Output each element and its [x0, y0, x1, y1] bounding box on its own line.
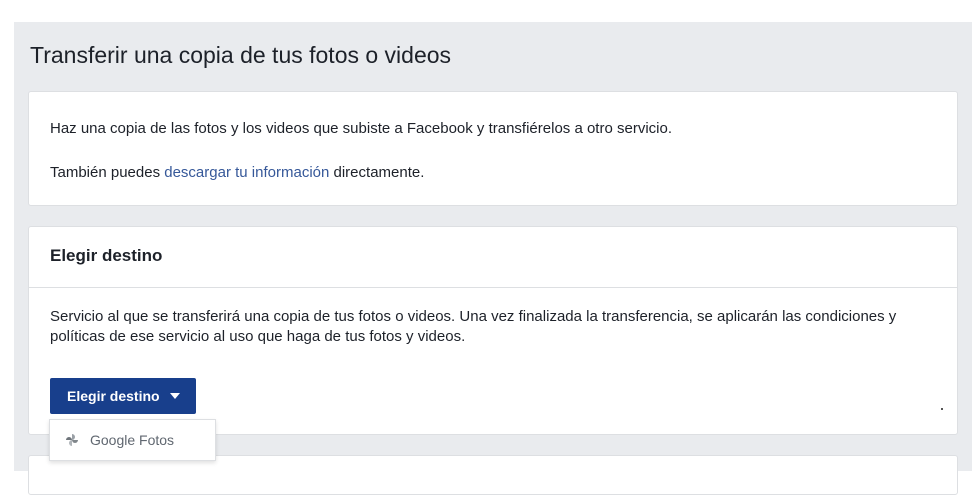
dropdown-item-google-photos[interactable]: Google Fotos	[50, 420, 215, 460]
download-info-prefix: También puedes	[50, 164, 165, 181]
download-info-text: También puedes descargar tu información …	[50, 164, 424, 181]
download-info-suffix: directamente.	[329, 164, 425, 181]
page-container: Transferir una copia de tus fotos o vide…	[14, 22, 972, 495]
choose-destination-button[interactable]: Elegir destino	[50, 378, 196, 414]
next-card	[28, 455, 958, 495]
intro-card: Haz una copia de las fotos y los videos …	[28, 91, 958, 206]
choose-destination-card: Elegir destino Servicio al que se transf…	[28, 226, 958, 435]
intro-text: Haz una copia de las fotos y los videos …	[50, 120, 672, 137]
caret-down-icon	[169, 393, 180, 399]
download-info-link[interactable]: descargar tu información	[164, 164, 329, 181]
choose-destination-description: Servicio al que se transferirá una copia…	[50, 308, 897, 345]
choose-destination-header: Elegir destino	[29, 227, 957, 288]
choose-destination-heading: Elegir destino	[50, 246, 163, 265]
destination-dropdown: Google Fotos	[49, 419, 216, 461]
page-title: Transferir una copia de tus fotos o vide…	[30, 42, 452, 68]
google-photos-icon	[64, 432, 80, 448]
decorative-dot	[941, 408, 943, 410]
choose-destination-button-label: Elegir destino	[67, 388, 160, 404]
dropdown-item-label: Google Fotos	[90, 432, 175, 448]
